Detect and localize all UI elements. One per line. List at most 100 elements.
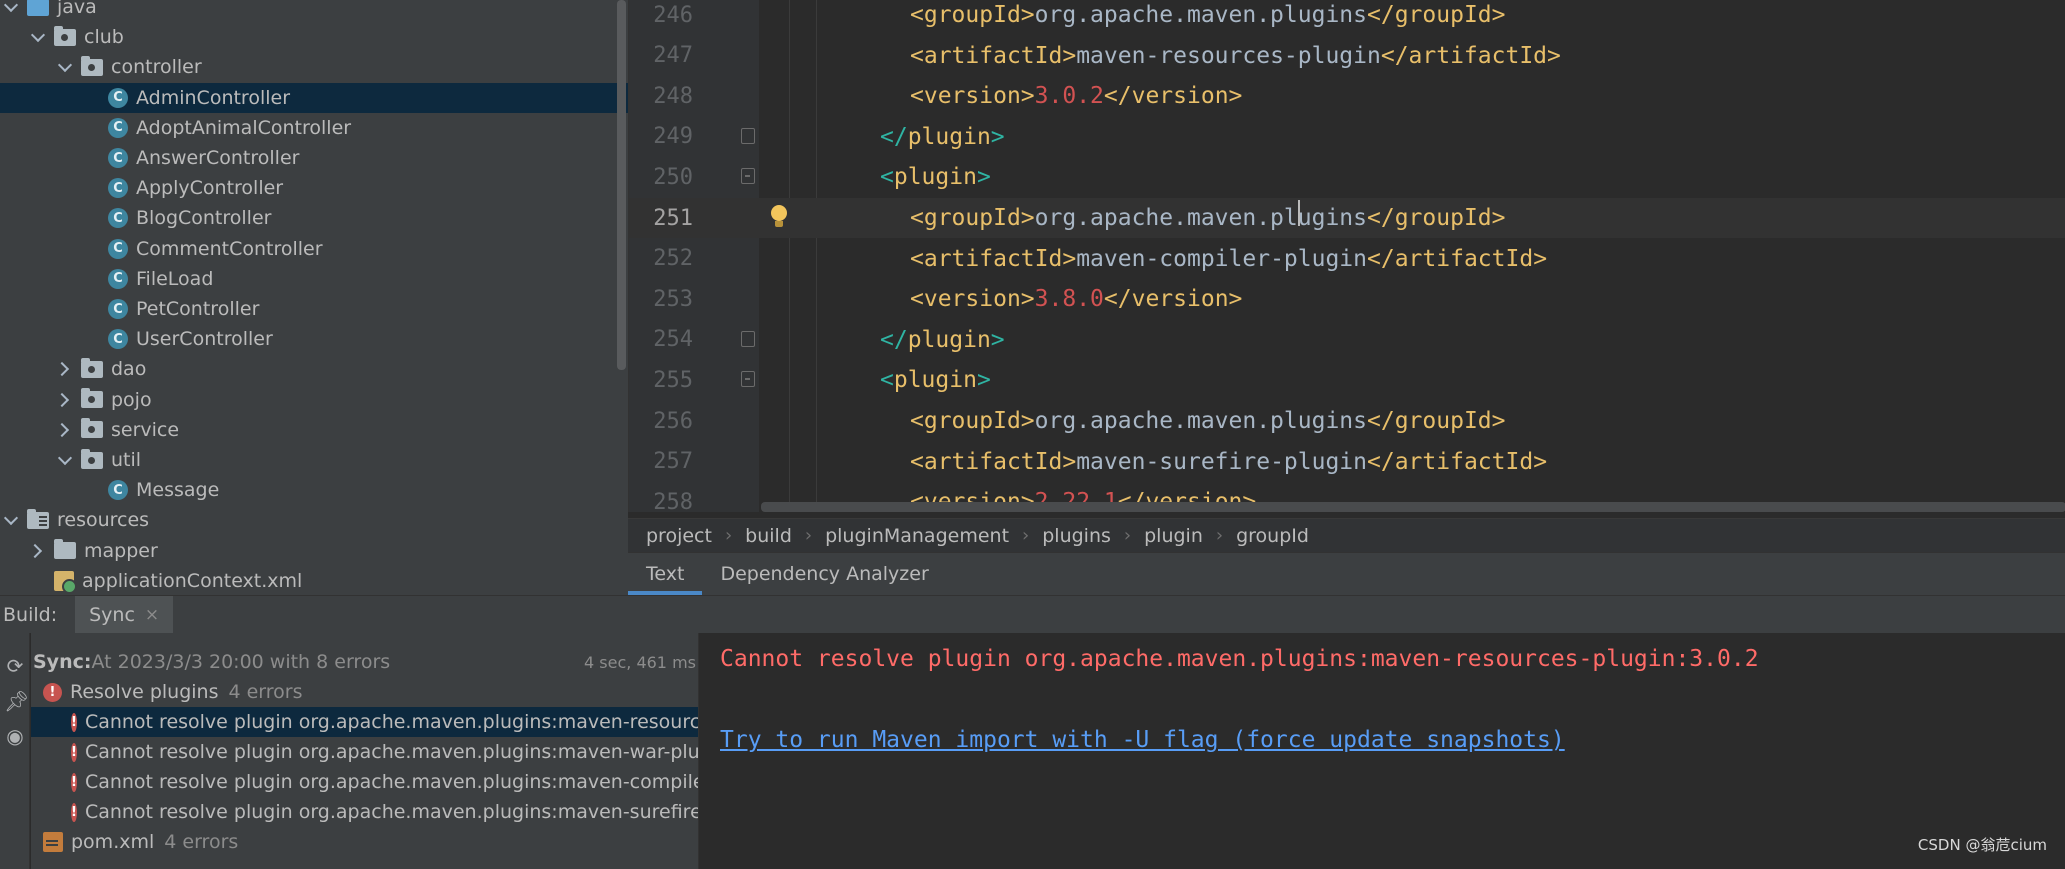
tree-item[interactable]: util bbox=[0, 445, 628, 475]
chevron-right-icon[interactable] bbox=[55, 359, 75, 379]
code-text: <plugin> bbox=[880, 367, 991, 393]
tag-bracket: </ bbox=[1103, 286, 1132, 313]
tree-item[interactable]: C BlogController bbox=[0, 203, 628, 233]
intention-bulb-icon[interactable] bbox=[770, 205, 788, 231]
tab-text[interactable]: Text bbox=[628, 553, 703, 595]
tree-item[interactable]: C AdminController bbox=[0, 82, 628, 113]
code-line[interactable]: 252 <artifactId>maven-compiler-plugin</ar… bbox=[629, 239, 2065, 279]
build-row[interactable]: ! Cannot resolve plugin org.apache.maven.… bbox=[31, 707, 698, 737]
tree-item[interactable]: club bbox=[0, 22, 628, 52]
tab-dependency-analyzer[interactable]: Dependency Analyzer bbox=[702, 553, 946, 595]
code-line[interactable]: 246 <groupId>org.apache.maven.plugins</gr… bbox=[629, 0, 2065, 35]
tree-item[interactable]: resources bbox=[0, 505, 628, 535]
breadcrumb-item[interactable]: plugins bbox=[1042, 525, 1111, 547]
tag-bracket: > bbox=[1547, 42, 1561, 69]
tree-item[interactable]: C PetController bbox=[0, 294, 628, 324]
code-line[interactable]: 251 <groupId>org.apache.maven.plugins</gr… bbox=[629, 198, 2065, 238]
code-line[interactable]: 255 <plugin> bbox=[629, 360, 2065, 400]
build-row[interactable]: ! Resolve plugins 4 errors bbox=[31, 677, 698, 707]
breadcrumb-item[interactable]: plugin bbox=[1144, 525, 1203, 547]
xml-tag-name: groupId bbox=[923, 2, 1021, 28]
tag-bracket: > bbox=[1491, 205, 1506, 231]
tree-item-label: AdoptAnimalController bbox=[136, 116, 352, 139]
tree-item[interactable]: C CommentController bbox=[0, 234, 628, 264]
build-row-text: Cannot resolve plugin org.apache.maven.p… bbox=[84, 711, 698, 733]
tree-item[interactable]: controller bbox=[0, 52, 628, 82]
tree-item[interactable]: C UserController bbox=[0, 324, 628, 354]
class-icon: C bbox=[108, 299, 128, 319]
code-line[interactable]: 249 </plugin> bbox=[629, 117, 2065, 157]
editor-horizontal-scrollbar[interactable] bbox=[761, 502, 2065, 512]
tag-bracket: </ bbox=[1367, 205, 1395, 231]
build-row[interactable]: Sync: At 2023/3/3 20:00 with 8 errors 4 s… bbox=[31, 647, 698, 677]
tree-scrollbar[interactable] bbox=[617, 0, 626, 370]
build-toolbar: ⟳ 📌︎ ◉ bbox=[0, 633, 30, 869]
breadcrumb-item[interactable]: pluginManagement bbox=[825, 525, 1009, 547]
code-line[interactable]: 248 <version>3.0.2</version> bbox=[629, 76, 2065, 116]
tree-item-label: java bbox=[57, 0, 97, 18]
tag-bracket: < bbox=[910, 245, 924, 272]
tree-item[interactable]: C Message bbox=[0, 475, 628, 505]
close-icon[interactable]: × bbox=[145, 605, 159, 625]
code-text: <artifactId>maven-surefire-plugin</artif… bbox=[910, 449, 1547, 475]
code-line[interactable]: 256 <groupId>org.apache.maven.plugins</gr… bbox=[629, 401, 2065, 441]
breadcrumb-item[interactable]: groupId bbox=[1236, 525, 1309, 547]
refresh-icon[interactable]: ⟳ bbox=[4, 655, 26, 677]
code-line[interactable]: 257 <artifactId>maven-surefire-plugin</ar… bbox=[629, 442, 2065, 482]
watermark: CSDN @翁苊cium bbox=[1917, 836, 2047, 854]
tree-item[interactable]: java bbox=[0, 0, 628, 22]
pin-icon[interactable]: 📌︎ bbox=[4, 690, 29, 712]
xml-tag-name: plugin bbox=[893, 367, 977, 394]
tree-item[interactable]: applicationContext.xml bbox=[0, 566, 628, 595]
chevron-down-icon[interactable] bbox=[1, 0, 21, 17]
chevron-right-icon[interactable] bbox=[55, 390, 75, 410]
code-text: <groupId>org.apache.maven.plugins</group… bbox=[910, 205, 1506, 231]
build-row[interactable]: ! Cannot resolve plugin org.apache.maven.… bbox=[31, 767, 698, 797]
code-line[interactable]: 254 </plugin> bbox=[629, 320, 2065, 360]
sync-tab[interactable]: Sync × bbox=[75, 595, 174, 634]
fold-open-icon[interactable] bbox=[741, 168, 755, 185]
force-update-link[interactable]: Try to run Maven import with -U flag (fo… bbox=[720, 727, 1565, 753]
breadcrumb-item[interactable]: build bbox=[745, 525, 792, 547]
tag-bracket: > bbox=[1491, 2, 1506, 28]
xml-editor[interactable]: 246 <groupId>org.apache.maven.plugins</gr… bbox=[628, 0, 2065, 512]
tree-item[interactable]: dao bbox=[0, 354, 628, 384]
build-row[interactable]: ! Cannot resolve plugin org.apache.maven.… bbox=[31, 737, 698, 767]
breadcrumb-item[interactable]: project bbox=[646, 525, 712, 547]
code-text: <plugin> bbox=[880, 164, 991, 190]
chevron-down-icon[interactable] bbox=[1, 510, 21, 530]
build-row-text: Cannot resolve plugin org.apache.maven.p… bbox=[84, 801, 698, 823]
tree-item-label: PetController bbox=[136, 298, 260, 320]
build-row[interactable]: ! Cannot resolve plugin org.apache.maven.… bbox=[31, 797, 698, 827]
code-line[interactable]: 247 <artifactId>maven-resources-plugin</a… bbox=[629, 36, 2065, 76]
tree-item-label: service bbox=[111, 418, 180, 441]
tree-item[interactable]: C AdoptAnimalController bbox=[0, 113, 628, 143]
tree-item[interactable]: service bbox=[0, 415, 628, 445]
chevron-down-icon[interactable] bbox=[55, 57, 75, 77]
tag-bracket: < bbox=[880, 367, 894, 394]
tree-item[interactable]: C FileLoad bbox=[0, 264, 628, 294]
chevron-right-icon[interactable] bbox=[28, 541, 48, 561]
tree-item[interactable]: pojo bbox=[0, 385, 628, 415]
fold-close-icon[interactable] bbox=[741, 127, 755, 144]
tag-bracket: > bbox=[1491, 408, 1506, 434]
tree-item[interactable]: C AnswerController bbox=[0, 143, 628, 173]
class-icon: C bbox=[108, 117, 128, 138]
code-line[interactable]: 250 <plugin> bbox=[629, 157, 2065, 197]
eye-icon[interactable]: ◉ bbox=[4, 725, 26, 747]
chevron-down-icon[interactable] bbox=[55, 450, 75, 470]
code-line[interactable]: 253 <version>3.8.0</version> bbox=[629, 279, 2065, 319]
chevron-right-icon[interactable] bbox=[55, 420, 75, 440]
folder-icon bbox=[54, 539, 76, 560]
code-text: </plugin> bbox=[880, 327, 1005, 353]
tree-item[interactable]: C ApplyController bbox=[0, 173, 628, 203]
fold-open-icon[interactable] bbox=[741, 371, 755, 388]
build-row[interactable]: pom.xml 4 errors bbox=[31, 827, 698, 857]
package-icon bbox=[81, 357, 103, 378]
xml-tag-value: org.apache.maven.plugins bbox=[1034, 2, 1367, 28]
fold-close-icon[interactable] bbox=[741, 330, 755, 347]
tree-item[interactable]: mapper bbox=[0, 536, 628, 566]
code-text: </plugin> bbox=[880, 124, 1005, 150]
chevron-down-icon[interactable] bbox=[28, 27, 48, 47]
tag-bracket: > bbox=[1020, 2, 1035, 28]
